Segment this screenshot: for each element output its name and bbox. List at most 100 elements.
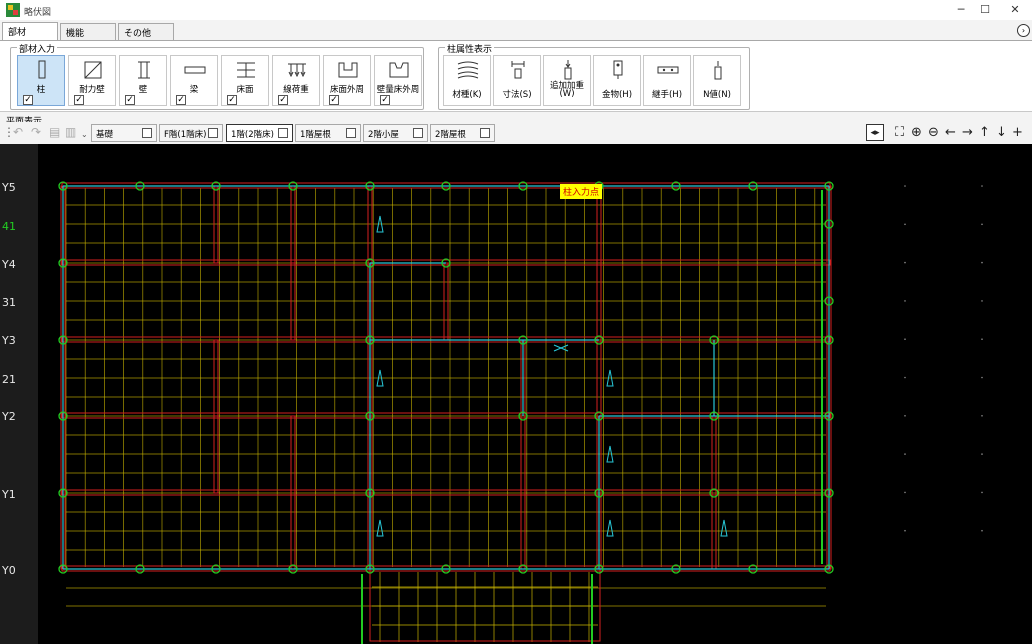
drawing-canvas[interactable]: Y5 41 Y4 31 Y3 21 Y2 Y1 Y0 柱入力点 — [0, 144, 1032, 644]
app-icon — [6, 3, 20, 17]
main-tabs: 部材 機能 その他 — [0, 22, 1032, 40]
grid-dot — [981, 529, 983, 532]
member-button-wall[interactable]: 壁 ✓ — [119, 55, 167, 106]
grid-dot — [981, 300, 983, 302]
pan-left-icon[interactable]: ← — [943, 124, 958, 141]
paste-icon[interactable]: ▤ — [49, 125, 60, 139]
grid-dot — [981, 185, 983, 187]
floor-tab-1f[interactable]: 1階(2階床) — [226, 124, 293, 142]
close-button[interactable]: ✕ — [1000, 0, 1030, 20]
wall-icon — [138, 61, 150, 79]
maximize-button[interactable]: ☐ — [970, 0, 1000, 20]
additional-load-icon — [564, 60, 572, 80]
material-icon — [457, 61, 479, 79]
column-checkbox[interactable]: ✓ — [23, 95, 33, 105]
brace-mark — [553, 344, 569, 352]
attr-button-additional-load[interactable]: 追加加重 (W) — [543, 55, 591, 106]
chevron-down-icon[interactable]: ⌄ — [81, 130, 88, 139]
grid-dot — [904, 453, 906, 455]
grid-dot — [981, 261, 983, 264]
line-load-checkbox[interactable]: ✓ — [278, 95, 288, 105]
grid-dot — [904, 376, 906, 379]
delete-icon[interactable]: ▥ — [65, 125, 76, 139]
split-view-icon[interactable]: ◂▸ — [866, 124, 884, 141]
grid-dot — [981, 338, 983, 340]
member-button-floor[interactable]: 床面 ✓ — [221, 55, 269, 106]
tab-other[interactable]: その他 — [118, 23, 174, 40]
wall-checkbox[interactable]: ✓ — [125, 95, 135, 105]
title-bar: 略伏図 ─ ☐ ✕ — [0, 0, 1032, 20]
pan-down-icon[interactable]: ↓ — [994, 124, 1009, 141]
ribbon: 部材入力 柱 ✓ 耐力壁 ✓ 壁 ✓ 梁 ✓ 床面 ✓ 線荷重 ✓ 床面外周 ✓… — [0, 40, 1032, 112]
wall — [290, 185, 296, 264]
floor-tab-2f-roof[interactable]: 2階屋根 — [430, 124, 495, 142]
beam-checkbox[interactable]: ✓ — [176, 95, 186, 105]
brace-mark — [376, 519, 384, 537]
bearing-wall-checkbox[interactable]: ✓ — [74, 95, 84, 105]
wall-floor-perimeter-icon — [389, 62, 409, 78]
grid-dot — [904, 223, 906, 226]
redo-icon[interactable]: ↷ — [31, 125, 41, 139]
floor-tab-checkbox[interactable] — [346, 128, 356, 138]
grid-dot — [904, 491, 906, 494]
wall-floor-perimeter-checkbox[interactable]: ✓ — [380, 95, 390, 105]
grid-dot — [904, 529, 906, 532]
pan-up-icon[interactable]: ↑ — [977, 124, 992, 141]
beam-icon — [184, 66, 206, 74]
attr-button-joint[interactable]: 継手(H) — [643, 55, 691, 106]
member-button-bearing-wall[interactable]: 耐力壁 ✓ — [68, 55, 116, 106]
wall — [369, 568, 601, 642]
attr-button-n-value[interactable]: N値(N) — [693, 55, 741, 106]
member-input-label: 部材入力 — [17, 42, 58, 55]
floor-checkbox[interactable]: ✓ — [227, 95, 237, 105]
column-attribute-group: 柱属性表示 材種(K) 寸法(S) 追加加重 (W) 金物(H) 継手(H) N… — [438, 42, 750, 110]
floor-tab-checkbox[interactable] — [413, 128, 423, 138]
tab-functions[interactable]: 機能 — [60, 23, 116, 40]
floor-tab-checkbox[interactable] — [208, 128, 218, 138]
wall — [290, 262, 296, 341]
member-button-floor-perimeter[interactable]: 床面外周 ✓ — [323, 55, 371, 106]
grid-dot — [981, 415, 983, 417]
wall — [61, 489, 831, 496]
attr-button-hardware[interactable]: 金物(H) — [593, 55, 641, 106]
floor-plan-drawing — [58, 181, 983, 644]
line-load-icon — [288, 63, 306, 78]
floor-tab-checkbox[interactable] — [142, 128, 152, 138]
attr-button-dimension[interactable]: 寸法(S) — [493, 55, 541, 106]
tab-members[interactable]: 部材 — [2, 22, 58, 40]
member-button-beam[interactable]: 梁 ✓ — [170, 55, 218, 106]
undo-icon[interactable]: ↶ — [13, 125, 23, 139]
floor-perimeter-checkbox[interactable]: ✓ — [329, 95, 339, 105]
member-button-line-load[interactable]: 線荷重 ✓ — [272, 55, 320, 106]
member-button-wall-floor-perimeter[interactable]: 壁量床外周 ✓ — [374, 55, 422, 106]
floor-toolbar: ⋮ ↶ ↷ ▤ ▥ ⌄ 基礎 F階(1階床) 1階(2階床) 1階屋根 2階小屋… — [0, 122, 1032, 144]
hardware-icon — [613, 60, 623, 79]
n-value-icon — [714, 61, 722, 80]
add-icon[interactable]: + — [1010, 124, 1025, 141]
grid-dot — [904, 338, 906, 340]
attr-button-material[interactable]: 材種(K) — [443, 55, 491, 106]
zoom-in-icon[interactable]: ⊕ — [909, 124, 924, 141]
floor-tab-f[interactable]: F階(1階床) — [159, 124, 223, 142]
floor-perimeter-icon — [338, 62, 358, 78]
floor-tab-checkbox[interactable] — [480, 128, 490, 138]
grid-dot — [904, 300, 906, 302]
wall — [443, 262, 449, 341]
grid-dot — [981, 223, 983, 226]
pan-right-icon[interactable]: → — [960, 124, 975, 141]
member-button-column[interactable]: 柱 ✓ — [17, 55, 65, 106]
chevron-right-icon[interactable]: › — [1017, 24, 1030, 37]
window-title: 略伏図 — [24, 8, 52, 18]
joint-icon — [657, 66, 679, 74]
grid-dot — [981, 491, 983, 494]
floor-tab-checkbox[interactable] — [278, 128, 288, 138]
floor-tab-2f-attic[interactable]: 2階小屋 — [363, 124, 428, 142]
grid-dot — [904, 261, 906, 264]
floor-tab-foundation[interactable]: 基礎 — [91, 124, 157, 142]
grid-dot — [981, 376, 983, 379]
fit-view-icon[interactable]: ⛶ — [892, 124, 907, 141]
brace-mark — [720, 519, 728, 537]
column-attribute-label: 柱属性表示 — [445, 42, 495, 55]
floor-tab-1f-roof[interactable]: 1階屋根 — [295, 124, 361, 142]
zoom-out-icon[interactable]: ⊖ — [926, 124, 941, 141]
